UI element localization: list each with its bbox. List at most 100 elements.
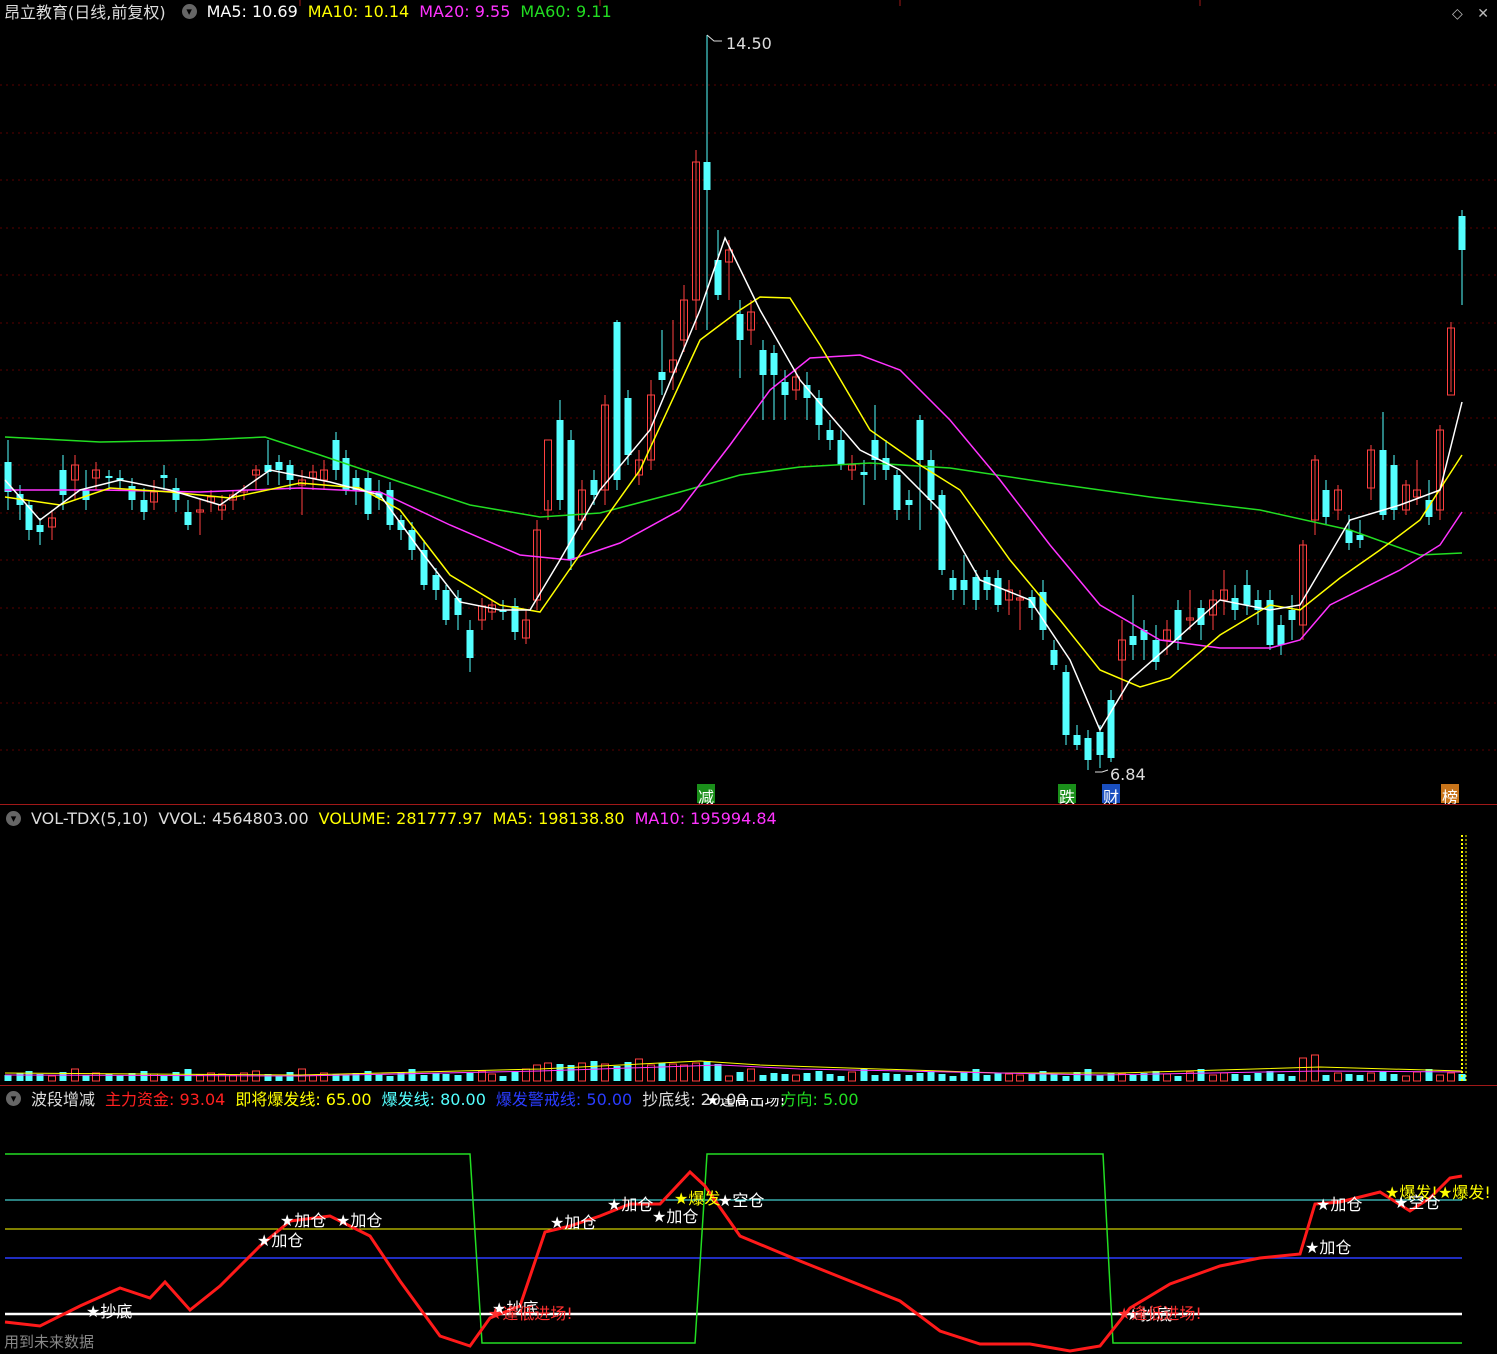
volume-bar-down	[1322, 1075, 1330, 1081]
volume-bar-down	[4, 1075, 12, 1081]
volume-panel[interactable]: ▾ VOL-TDX(5,10) VVOL: 4564803.00 VOLUME:…	[0, 805, 1497, 1085]
candle-body-down	[105, 476, 113, 478]
signal-label: ★逢低进场!	[1117, 1304, 1202, 1323]
volume-bar-up	[533, 1064, 541, 1082]
signal-label: ★加仓	[1305, 1238, 1351, 1257]
event-marker-fall[interactable]: 跌	[1058, 784, 1076, 807]
candle-body-down	[1379, 450, 1387, 515]
volume-bar-down	[375, 1074, 383, 1081]
volume-bar-down	[556, 1064, 564, 1081]
volume-bar-down	[927, 1071, 935, 1081]
signal-label: ★加仓	[257, 1231, 303, 1250]
volume-bar-down	[1152, 1071, 1160, 1081]
candle-body-down	[826, 430, 834, 440]
volume-bar-down	[1174, 1076, 1182, 1081]
candle-body-down	[837, 440, 845, 465]
volume-bar-up	[1005, 1073, 1013, 1082]
signal-label: ★抄底	[86, 1302, 132, 1321]
volume-bar-down	[803, 1073, 811, 1081]
volume-bar-down	[1356, 1075, 1364, 1081]
signal-label: ★加仓	[280, 1211, 326, 1230]
volume-bar-down	[420, 1075, 428, 1081]
event-marker-finance[interactable]: 财	[1102, 784, 1120, 807]
candle-body-down	[1288, 610, 1296, 620]
volume-bar-down	[882, 1073, 890, 1081]
volume-bar-down	[1390, 1074, 1398, 1081]
candle-body-down	[36, 525, 44, 532]
indicator-panel[interactable]: ▾ 波段增减 主力资金: 93.04 即将爆发线: 65.00 爆发线: 80.…	[0, 1086, 1497, 1354]
volume-bar-down	[140, 1071, 148, 1081]
candle-body-down	[658, 372, 666, 380]
footer-note: 用到未来数据	[4, 1333, 95, 1351]
candle-body-down	[364, 478, 372, 514]
candle-body-down	[860, 472, 868, 475]
volume-bar-down	[172, 1072, 180, 1081]
volume-bar-down	[511, 1072, 519, 1081]
volume-bar-down	[1107, 1073, 1115, 1081]
event-marker-list[interactable]: 榜	[1441, 784, 1459, 807]
volume-bar-down	[1231, 1074, 1239, 1081]
volume-bar-down	[275, 1076, 283, 1081]
high-price-label: 14.50	[726, 34, 772, 53]
candle-body-down	[1345, 530, 1353, 543]
volume-bar-up	[848, 1071, 856, 1082]
candle-body-down	[916, 420, 924, 460]
candle-body-down	[1062, 672, 1070, 735]
volume-bar-down	[1096, 1075, 1104, 1081]
volume-bar-up	[792, 1074, 800, 1082]
volume-bar-down	[466, 1073, 474, 1081]
volume-bar-down	[342, 1075, 350, 1081]
candle-body-down	[905, 500, 913, 505]
volume-bar-down	[893, 1074, 901, 1081]
signal-label: ★加仓	[336, 1211, 382, 1230]
volume-bar-down	[16, 1073, 24, 1081]
event-marker-reduce[interactable]: 减	[697, 784, 715, 807]
main-chart-panel[interactable]: 昂立教育(日线,前复权) ▾ MA5: 10.69 MA10: 10.14 MA…	[0, 0, 1497, 807]
candle-body-down	[466, 630, 474, 658]
candle-body-down	[1084, 738, 1092, 760]
volume-bar-down	[938, 1074, 946, 1081]
volume-bar-down	[658, 1063, 666, 1081]
volume-chart[interactable]	[0, 805, 1497, 1085]
signal-label: ★加仓	[607, 1195, 653, 1214]
volume-bar-down	[815, 1071, 823, 1081]
volume-bar-up	[725, 1075, 733, 1082]
candle-body-down	[972, 577, 980, 600]
candle-body-down	[759, 350, 767, 375]
candle-body-down	[128, 486, 136, 500]
volume-bar-down	[826, 1074, 834, 1081]
volume-bar-down	[770, 1073, 778, 1081]
candle-body-up	[544, 439, 552, 511]
volume-bar-down	[714, 1064, 722, 1081]
candle-body-down	[1243, 585, 1251, 605]
indicator-chart[interactable]: ★抄底★加仓★加仓 ★加仓★抄底★逢低进场!★加仓★加仓★加仓★爆发★空仓★抄底★…	[0, 1086, 1497, 1354]
candle-body-down	[1096, 732, 1104, 755]
low-price-label: 6.84	[1110, 765, 1146, 784]
ma60-line	[4, 436, 1463, 556]
volume-bar-down	[1288, 1076, 1296, 1081]
candle-body-down	[613, 322, 621, 480]
volume-bar-up	[601, 1063, 609, 1082]
candle-body-down	[781, 382, 789, 395]
volume-bar-down	[432, 1073, 440, 1081]
volume-bar-down	[759, 1075, 767, 1081]
candle-body-down	[624, 398, 632, 455]
candle-body-down	[949, 578, 957, 590]
candle-body-down	[703, 162, 711, 190]
candle-body-down	[1050, 650, 1058, 665]
volume-bar-up	[218, 1073, 226, 1082]
price-chart[interactable]	[0, 0, 1497, 804]
candle-body-down	[160, 475, 168, 478]
volume-bar-down	[960, 1072, 968, 1081]
volume-bar-up	[1436, 1074, 1444, 1082]
volume-bar-down	[781, 1074, 789, 1081]
candle-body-down	[172, 488, 180, 500]
volume-bar-up	[92, 1072, 100, 1082]
candle-body-down	[1356, 535, 1364, 540]
volume-bar-up	[1402, 1075, 1410, 1082]
candle-body-down	[332, 440, 340, 470]
signal-label: ★加仓	[550, 1213, 596, 1232]
volume-bar-up	[1220, 1072, 1228, 1082]
volume-bar-up	[578, 1062, 586, 1082]
volume-bar-down	[590, 1061, 598, 1081]
